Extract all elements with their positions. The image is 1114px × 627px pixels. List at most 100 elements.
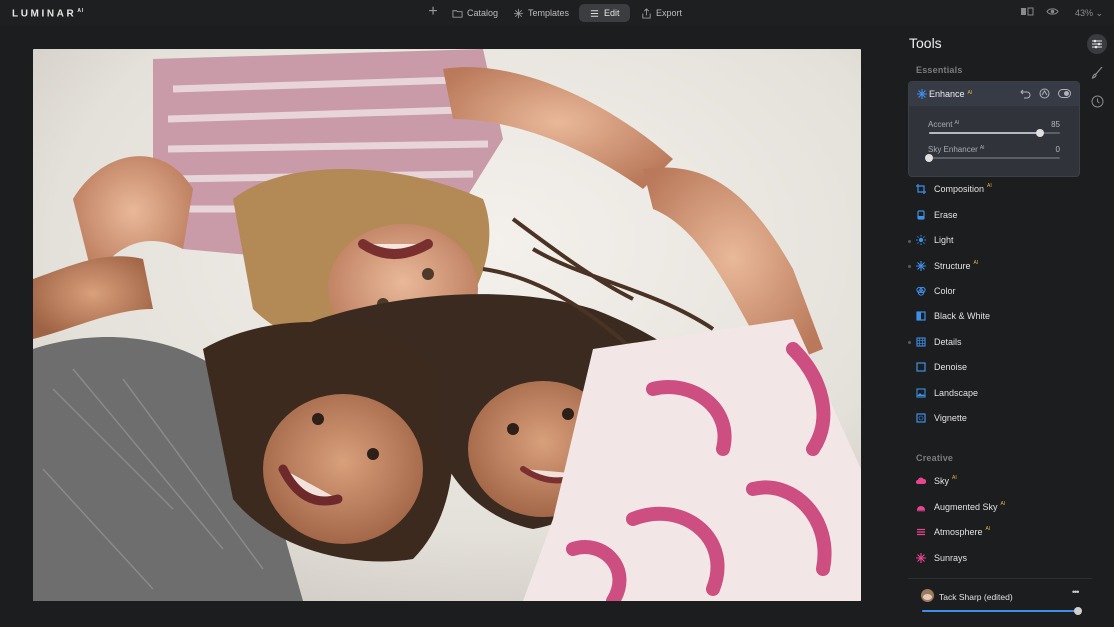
accent-slider-fill bbox=[929, 132, 1041, 134]
tool-label: Sunrays bbox=[934, 553, 968, 563]
ai-badge: AI bbox=[952, 475, 957, 481]
augmented-sky-icon bbox=[917, 506, 925, 512]
preset-amount-fill bbox=[922, 610, 1078, 612]
visibility-toggle-icon[interactable] bbox=[1058, 88, 1071, 99]
app-logo: LUMINARAI bbox=[12, 8, 85, 20]
tool-label: Details bbox=[934, 337, 962, 347]
preset-bar: Tack Sharp (edited) ••• bbox=[908, 578, 1092, 627]
eraser-icon bbox=[917, 210, 925, 220]
brush-icon bbox=[1091, 66, 1102, 79]
edit-tab[interactable]: Edit bbox=[579, 4, 630, 22]
accent-slider[interactable] bbox=[929, 129, 1060, 137]
tool-denoise[interactable]: Denoise bbox=[908, 358, 1080, 376]
tool-color[interactable]: Color bbox=[908, 282, 1080, 300]
preset-amount-slider[interactable] bbox=[922, 607, 1082, 615]
tool-augmented-sky[interactable]: Augmented Sky AI bbox=[908, 498, 1080, 516]
folder-icon bbox=[452, 9, 463, 18]
tool-label: Atmosphere bbox=[934, 527, 983, 537]
brush-tab-button[interactable] bbox=[1088, 63, 1106, 81]
tool-label: Sky bbox=[934, 476, 950, 486]
sky-enhancer-value: 0 bbox=[1055, 145, 1060, 154]
ai-badge: AI bbox=[973, 260, 979, 266]
top-bar: LUMINARAI + Catalog Templates Edit Expor… bbox=[0, 0, 1114, 26]
sky-enhancer-slider-knob[interactable] bbox=[925, 154, 933, 162]
tool-vignette[interactable]: Vignette bbox=[908, 409, 1080, 427]
export-tab[interactable]: Export bbox=[641, 4, 682, 22]
adjustments-icon bbox=[1092, 39, 1102, 49]
tool-label: Augmented Sky bbox=[934, 502, 998, 512]
mask-icon[interactable] bbox=[1039, 88, 1050, 99]
undo-icon[interactable] bbox=[1020, 88, 1031, 99]
cloud-icon bbox=[916, 477, 926, 484]
sparkle-icon bbox=[513, 8, 524, 18]
tool-sky[interactable]: Sky AI bbox=[908, 472, 1080, 490]
tool-details[interactable]: Details bbox=[908, 333, 1080, 351]
clock-icon bbox=[1091, 95, 1103, 107]
add-photos-button[interactable]: + bbox=[426, 3, 440, 21]
light-modified-dot bbox=[908, 240, 911, 243]
tool-erase[interactable]: Erase bbox=[908, 206, 1080, 224]
tool-label: Landscape bbox=[934, 388, 979, 398]
accent-slider-label: Accent AI bbox=[928, 120, 960, 129]
preset-more-button[interactable]: ••• bbox=[1072, 587, 1080, 597]
preset-thumbnail[interactable] bbox=[921, 589, 934, 602]
enhance-icon bbox=[917, 89, 927, 99]
preview-button[interactable] bbox=[1046, 6, 1059, 17]
tool-light[interactable]: Light bbox=[908, 231, 1080, 249]
half-square-icon bbox=[916, 311, 926, 321]
photo-image bbox=[33, 49, 861, 601]
panel-title: Tools bbox=[909, 35, 942, 51]
tool-label: Denoise bbox=[934, 362, 968, 372]
photo-canvas[interactable] bbox=[33, 49, 861, 601]
tool-black-white[interactable]: Black & White bbox=[908, 307, 1080, 325]
essentials-label: Essentials bbox=[916, 65, 963, 75]
creative-label: Creative bbox=[916, 453, 954, 463]
sunrays-icon bbox=[916, 553, 926, 563]
ai-badge: AI bbox=[985, 526, 991, 532]
accent-value: 85 bbox=[1051, 120, 1060, 129]
tool-atmosphere[interactable]: Atmosphere AI bbox=[908, 523, 1080, 541]
tool-label: Erase bbox=[934, 210, 958, 220]
atmosphere-icon bbox=[917, 528, 925, 536]
ai-badge: AI bbox=[1000, 501, 1006, 507]
tool-label: Vignette bbox=[934, 413, 967, 423]
vignette-icon bbox=[916, 413, 926, 423]
grid-icon bbox=[916, 337, 926, 347]
tool-label: Color bbox=[934, 286, 956, 296]
tools-tab-button[interactable] bbox=[1087, 34, 1107, 54]
export-icon bbox=[642, 7, 651, 19]
landscape-icon bbox=[916, 388, 926, 398]
catalog-tab[interactable]: Catalog bbox=[452, 4, 498, 22]
details-modified-dot bbox=[908, 341, 911, 344]
tool-label: Light bbox=[934, 235, 954, 245]
enhance-tool-card: Enhance AI Accent AI 85 Sky Enhancer AI 0 bbox=[908, 81, 1080, 177]
tool-landscape[interactable]: Landscape bbox=[908, 384, 1080, 402]
tool-sunrays[interactable]: Sunrays bbox=[908, 549, 1080, 567]
zoom-dropdown[interactable]: 43% ⌄ bbox=[1075, 8, 1103, 19]
sun-icon bbox=[916, 235, 926, 245]
enhance-title: Enhance AI bbox=[929, 89, 973, 99]
structure-modified-dot bbox=[908, 265, 911, 268]
tool-label: Structure bbox=[934, 261, 971, 271]
compare-button[interactable] bbox=[1020, 6, 1034, 17]
chevron-down-icon: ⌄ bbox=[1095, 8, 1104, 18]
history-tab-button[interactable] bbox=[1088, 92, 1106, 110]
tool-label: Composition bbox=[934, 184, 985, 194]
preset-amount-knob[interactable] bbox=[1074, 607, 1082, 615]
enhance-header[interactable]: Enhance AI bbox=[909, 82, 1079, 106]
tool-label: Black & White bbox=[934, 311, 991, 321]
tool-composition[interactable]: Composition AI bbox=[908, 180, 1080, 198]
ai-badge: AI bbox=[987, 183, 992, 189]
sky-enhancer-slider[interactable] bbox=[925, 154, 1060, 162]
eye-icon bbox=[1046, 8, 1059, 15]
tool-structure[interactable]: Structure AI bbox=[908, 257, 1080, 275]
accent-slider-knob[interactable] bbox=[1036, 129, 1045, 137]
compare-icon bbox=[1021, 7, 1034, 16]
sliders-icon bbox=[590, 9, 599, 17]
structure-icon bbox=[916, 261, 926, 271]
denoise-icon bbox=[916, 362, 926, 372]
templates-tab[interactable]: Templates bbox=[513, 4, 569, 22]
color-circles-icon bbox=[916, 286, 926, 296]
sky-enhancer-slider-label: Sky Enhancer AI bbox=[928, 145, 985, 154]
preset-name: Tack Sharp (edited) bbox=[939, 592, 1013, 602]
